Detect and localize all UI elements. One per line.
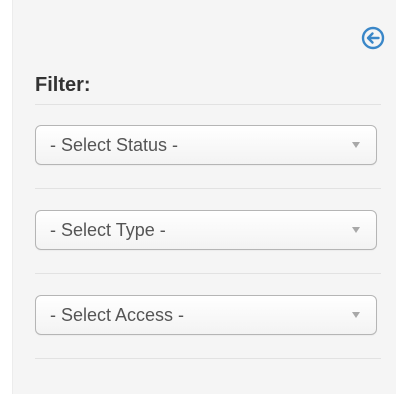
divider xyxy=(35,273,381,274)
filter-heading: Filter: xyxy=(35,74,91,96)
caret-down-icon xyxy=(352,312,360,318)
caret-down-icon xyxy=(352,227,360,233)
type-select-value: - Select Type - xyxy=(50,220,166,240)
arrow-left-circle-icon xyxy=(361,26,385,50)
status-select[interactable]: - Select Status - xyxy=(35,125,377,165)
divider xyxy=(35,104,381,105)
access-select-value: - Select Access - xyxy=(50,305,185,325)
caret-down-icon xyxy=(352,142,360,148)
status-select-value: - Select Status - xyxy=(50,135,179,155)
access-select[interactable]: - Select Access - xyxy=(35,295,377,335)
divider xyxy=(35,358,381,359)
divider xyxy=(35,188,381,189)
collapse-sidebar-button[interactable] xyxy=(361,26,385,50)
type-select[interactable]: - Select Type - xyxy=(35,210,377,250)
filter-sidebar: Filter: - Select Status - - Select Type … xyxy=(12,0,396,394)
